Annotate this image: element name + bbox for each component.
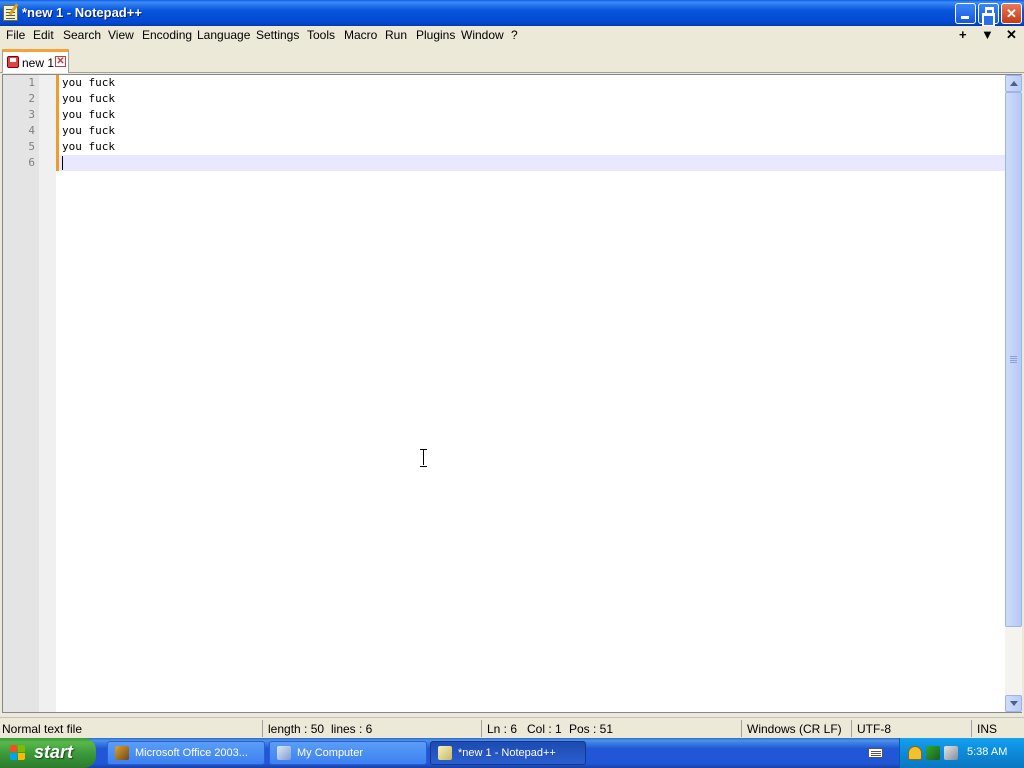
taskbar-item-my-computer[interactable]: My Computer: [269, 741, 427, 765]
status-pos: Pos : 51: [569, 722, 614, 736]
menu-view[interactable]: View: [108, 28, 134, 42]
title-bar[interactable]: *new 1 - Notepad++ ✕: [0, 0, 1024, 27]
vertical-scrollbar[interactable]: [1005, 75, 1022, 712]
taskbar-item-notepadpp[interactable]: *new 1 - Notepad++: [430, 741, 586, 765]
status-file-type: Normal text file: [2, 722, 83, 736]
windows-flag-icon: [10, 745, 26, 761]
line-number: 5: [28, 140, 35, 153]
tab-new-1[interactable]: new 1 ✕: [2, 49, 69, 73]
close-doc-icon[interactable]: ✕: [1006, 27, 1017, 43]
tab-bar: new 1 ✕: [0, 45, 1024, 73]
menu-macro[interactable]: Macro: [344, 28, 377, 42]
line-number: 6: [28, 156, 35, 169]
menu-edit[interactable]: Edit: [33, 28, 54, 42]
code-line[interactable]: you fuck: [62, 124, 115, 137]
tab-label: new 1: [22, 56, 55, 70]
status-separator: [481, 720, 482, 737]
status-eol[interactable]: Windows (CR LF): [747, 722, 842, 736]
taskbar-item-label: Microsoft Office 2003...: [135, 747, 248, 759]
tab-close-icon[interactable]: ✕: [55, 56, 66, 67]
taskbar: start Microsoft Office 2003... My Comput…: [0, 738, 1024, 768]
current-line-highlight: [59, 155, 1005, 171]
status-insert-mode[interactable]: INS: [977, 722, 997, 736]
menu-encoding[interactable]: Encoding: [142, 28, 192, 42]
ibeam-cursor-icon: [419, 449, 429, 467]
menu-plugins[interactable]: Plugins: [416, 28, 455, 42]
menu-bar: File Edit Search View Encoding Language …: [0, 26, 1024, 45]
menu-tools[interactable]: Tools: [307, 28, 335, 42]
menu-help[interactable]: ?: [511, 28, 518, 42]
system-tray: 5:38 AM: [899, 738, 1024, 768]
start-button[interactable]: start: [0, 738, 96, 768]
volume-icon[interactable]: [944, 746, 958, 760]
status-separator: [262, 720, 263, 737]
scroll-thumb[interactable]: [1005, 92, 1022, 627]
menu-window[interactable]: Window: [461, 28, 504, 42]
security-shield-icon[interactable]: [908, 746, 922, 760]
keyboard-language-icon[interactable]: [868, 748, 883, 758]
my-computer-icon: [277, 746, 291, 760]
status-col: Col : 1: [527, 722, 562, 736]
clock[interactable]: 5:38 AM: [967, 746, 1007, 758]
scroll-down-button[interactable]: [1005, 695, 1022, 712]
menu-run[interactable]: Run: [385, 28, 407, 42]
menu-settings[interactable]: Settings: [256, 28, 299, 42]
close-button[interactable]: ✕: [1001, 3, 1022, 24]
office-icon: [115, 746, 129, 760]
status-encoding[interactable]: UTF-8: [857, 722, 891, 736]
line-number-gutter[interactable]: 1 2 3 4 5 6: [3, 75, 39, 712]
code-line[interactable]: you fuck: [62, 92, 115, 105]
minimize-button[interactable]: [955, 3, 976, 24]
fold-margin[interactable]: [39, 75, 56, 712]
text-caret: [62, 156, 63, 170]
taskbar-item-office[interactable]: Microsoft Office 2003...: [107, 741, 265, 765]
notepad-plus-plus-icon: [438, 746, 452, 760]
network-icon[interactable]: [926, 746, 940, 760]
restore-button[interactable]: [978, 3, 999, 27]
tab-list-dropdown-icon[interactable]: ▼: [981, 27, 994, 42]
menu-language[interactable]: Language: [197, 28, 250, 42]
new-doc-plus-icon[interactable]: +: [959, 27, 967, 42]
status-separator: [851, 720, 852, 737]
notepadpp-window: *new 1 - Notepad++ ✕ File Edit Search Vi…: [0, 0, 1024, 738]
line-number: 1: [28, 76, 35, 89]
taskbar-item-label: *new 1 - Notepad++: [458, 747, 556, 759]
start-label: start: [34, 742, 74, 762]
scroll-up-button[interactable]: [1005, 75, 1022, 92]
status-separator: [971, 720, 972, 737]
restore-icon: [982, 7, 995, 27]
line-number: 3: [28, 108, 35, 121]
status-ln: Ln : 6: [487, 722, 518, 736]
taskbar-item-label: My Computer: [297, 747, 364, 759]
notepad-plus-plus-icon[interactable]: [3, 5, 18, 21]
menu-search[interactable]: Search: [63, 28, 101, 42]
menu-file[interactable]: File: [6, 28, 25, 42]
code-line[interactable]: you fuck: [62, 108, 115, 121]
code-line[interactable]: you fuck: [62, 140, 115, 153]
status-lines: lines : 6: [331, 722, 373, 736]
line-number: 2: [28, 92, 35, 105]
status-separator: [741, 720, 742, 737]
line-number: 4: [28, 124, 35, 137]
code-line[interactable]: you fuck: [62, 76, 115, 89]
status-bar: Normal text file length : 50 lines : 6 L…: [0, 717, 1024, 738]
close-icon: ✕: [1006, 6, 1017, 21]
minimize-icon: [961, 16, 969, 19]
unsaved-file-icon: [7, 56, 19, 68]
editor-area[interactable]: 1 2 3 4 5 6 you fuck you fuck you fuck y…: [2, 74, 1022, 713]
window-title: *new 1 - Notepad++: [22, 5, 142, 20]
status-length: length : 50: [268, 722, 325, 736]
